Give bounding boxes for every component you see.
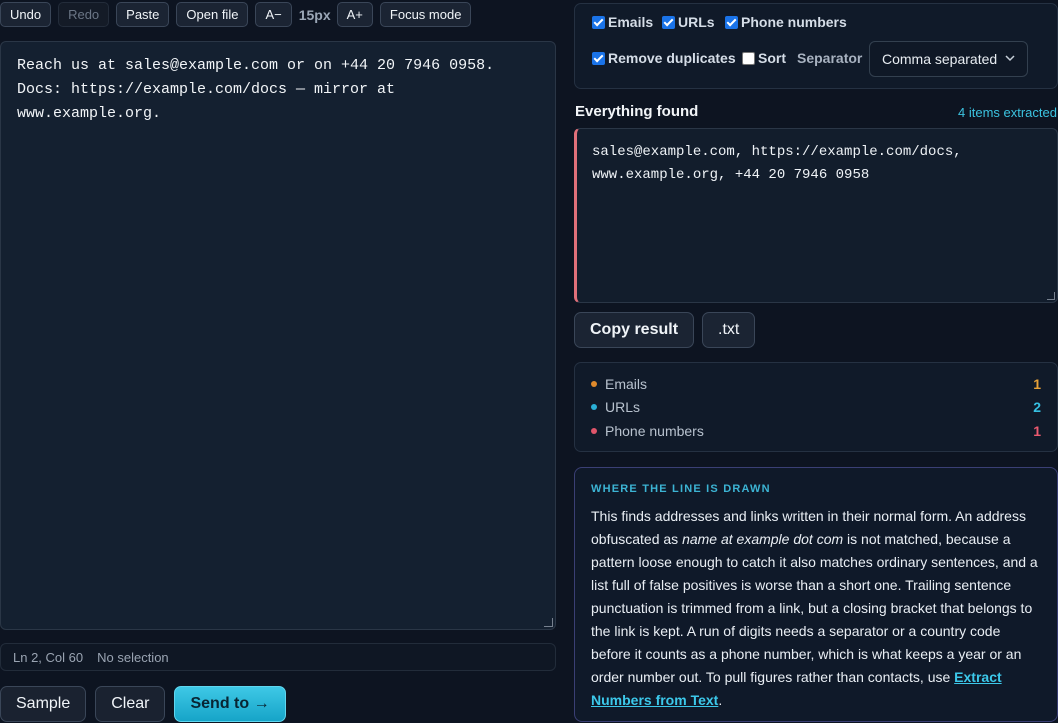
clear-button[interactable]: Clear	[95, 686, 166, 722]
paste-button[interactable]: Paste	[116, 2, 170, 27]
editor-actions: Sample Clear Send to →	[0, 686, 295, 722]
phones-option-label: Phone numbers	[741, 14, 847, 30]
count-label: Emails	[605, 376, 648, 392]
resize-handle[interactable]	[1047, 292, 1055, 300]
separator-value: Comma separated	[882, 51, 998, 67]
editor-status-bar: Ln 2, Col 60 No selection	[0, 643, 556, 671]
font-larger-button[interactable]: A+	[336, 2, 373, 27]
urls-option-label: URLs	[678, 14, 715, 30]
note-text: is not matched, because a pattern loose …	[591, 531, 1038, 685]
download-txt-button[interactable]: .txt	[702, 312, 756, 348]
result-textarea[interactable]: sales@example.com, https://example.com/d…	[574, 128, 1058, 303]
emails-option[interactable]: Emails	[592, 14, 653, 30]
copy-result-button[interactable]: Copy result	[574, 312, 695, 348]
urls-option[interactable]: URLs	[662, 14, 715, 30]
sample-button[interactable]: Sample	[0, 686, 87, 722]
selection-status: No selection	[97, 649, 169, 665]
send-to-button[interactable]: Send to →	[174, 686, 286, 722]
remove-duplicates-checkbox[interactable]	[592, 51, 605, 65]
open-file-button[interactable]: Open file	[176, 2, 249, 27]
emails-option-label: Emails	[608, 14, 654, 30]
remove-duplicates-option[interactable]: Remove duplicates	[592, 50, 736, 66]
separator-label: Separator	[797, 50, 863, 66]
cursor-position: Ln 2, Col 60	[13, 649, 84, 665]
info-note: WHERE THE LINE IS DRAWN This finds addre…	[574, 467, 1058, 722]
redo-button[interactable]: Redo	[58, 2, 110, 27]
chevron-down-icon	[1005, 42, 1015, 89]
note-body: This finds addresses and links written i…	[591, 505, 1041, 712]
sort-option[interactable]: Sort	[742, 50, 786, 66]
editor-line: Docs: https://example.com/docs — mirror …	[17, 81, 396, 98]
result-line: www.example.org, +44 20 7946 0958	[592, 167, 870, 183]
phones-checkbox[interactable]	[725, 15, 738, 29]
results-count: 4 items extracted	[958, 105, 1057, 120]
count-value: 2	[1033, 399, 1041, 415]
note-heading: WHERE THE LINE IS DRAWN	[591, 483, 771, 495]
font-size-readout: 15px	[298, 6, 331, 23]
focus-mode-button[interactable]: Focus mode	[379, 2, 472, 27]
count-value: 1	[1033, 376, 1041, 392]
font-smaller-button[interactable]: A−	[255, 2, 292, 27]
results-title: Everything found	[575, 103, 699, 120]
editor-line: Reach us at sales@example.com or on +44 …	[17, 57, 495, 74]
undo-button[interactable]: Undo	[0, 2, 52, 27]
emails-dot-icon	[591, 381, 597, 387]
count-label: URLs	[605, 399, 641, 415]
urls-dot-icon	[591, 404, 597, 410]
note-example: name at example dot com	[682, 531, 844, 547]
editor-line: www.example.org.	[17, 105, 162, 122]
phones-dot-icon	[591, 428, 597, 434]
sort-checkbox[interactable]	[742, 51, 755, 65]
urls-checkbox[interactable]	[662, 15, 675, 29]
note-text: .	[718, 692, 723, 708]
phones-option[interactable]: Phone numbers	[725, 14, 847, 30]
count-label: Phone numbers	[605, 423, 704, 439]
separator-select[interactable]: Comma separated	[869, 41, 1028, 77]
count-row-phones: Phone numbers 1	[591, 421, 1041, 441]
count-value: 1	[1033, 423, 1041, 439]
result-actions: Copy result .txt	[574, 312, 763, 348]
count-row-emails: Emails 1	[591, 374, 1041, 394]
result-line: sales@example.com, https://example.com/d…	[592, 144, 962, 160]
editor-toolbar: Undo Redo Paste Open file A− 15px A+ Foc…	[0, 2, 478, 27]
count-row-urls: URLs 2	[591, 397, 1041, 417]
resize-handle[interactable]	[544, 618, 553, 627]
emails-checkbox[interactable]	[592, 15, 605, 29]
sort-option-label: Sort	[758, 50, 786, 66]
input-textarea[interactable]: Reach us at sales@example.com or on +44 …	[0, 41, 556, 630]
extraction-options: Emails URLs Phone numbers Remove duplica…	[574, 3, 1058, 89]
counts-panel: Emails 1 URLs 2 Phone numbers 1	[574, 362, 1058, 452]
remove-duplicates-label: Remove duplicates	[608, 50, 736, 66]
